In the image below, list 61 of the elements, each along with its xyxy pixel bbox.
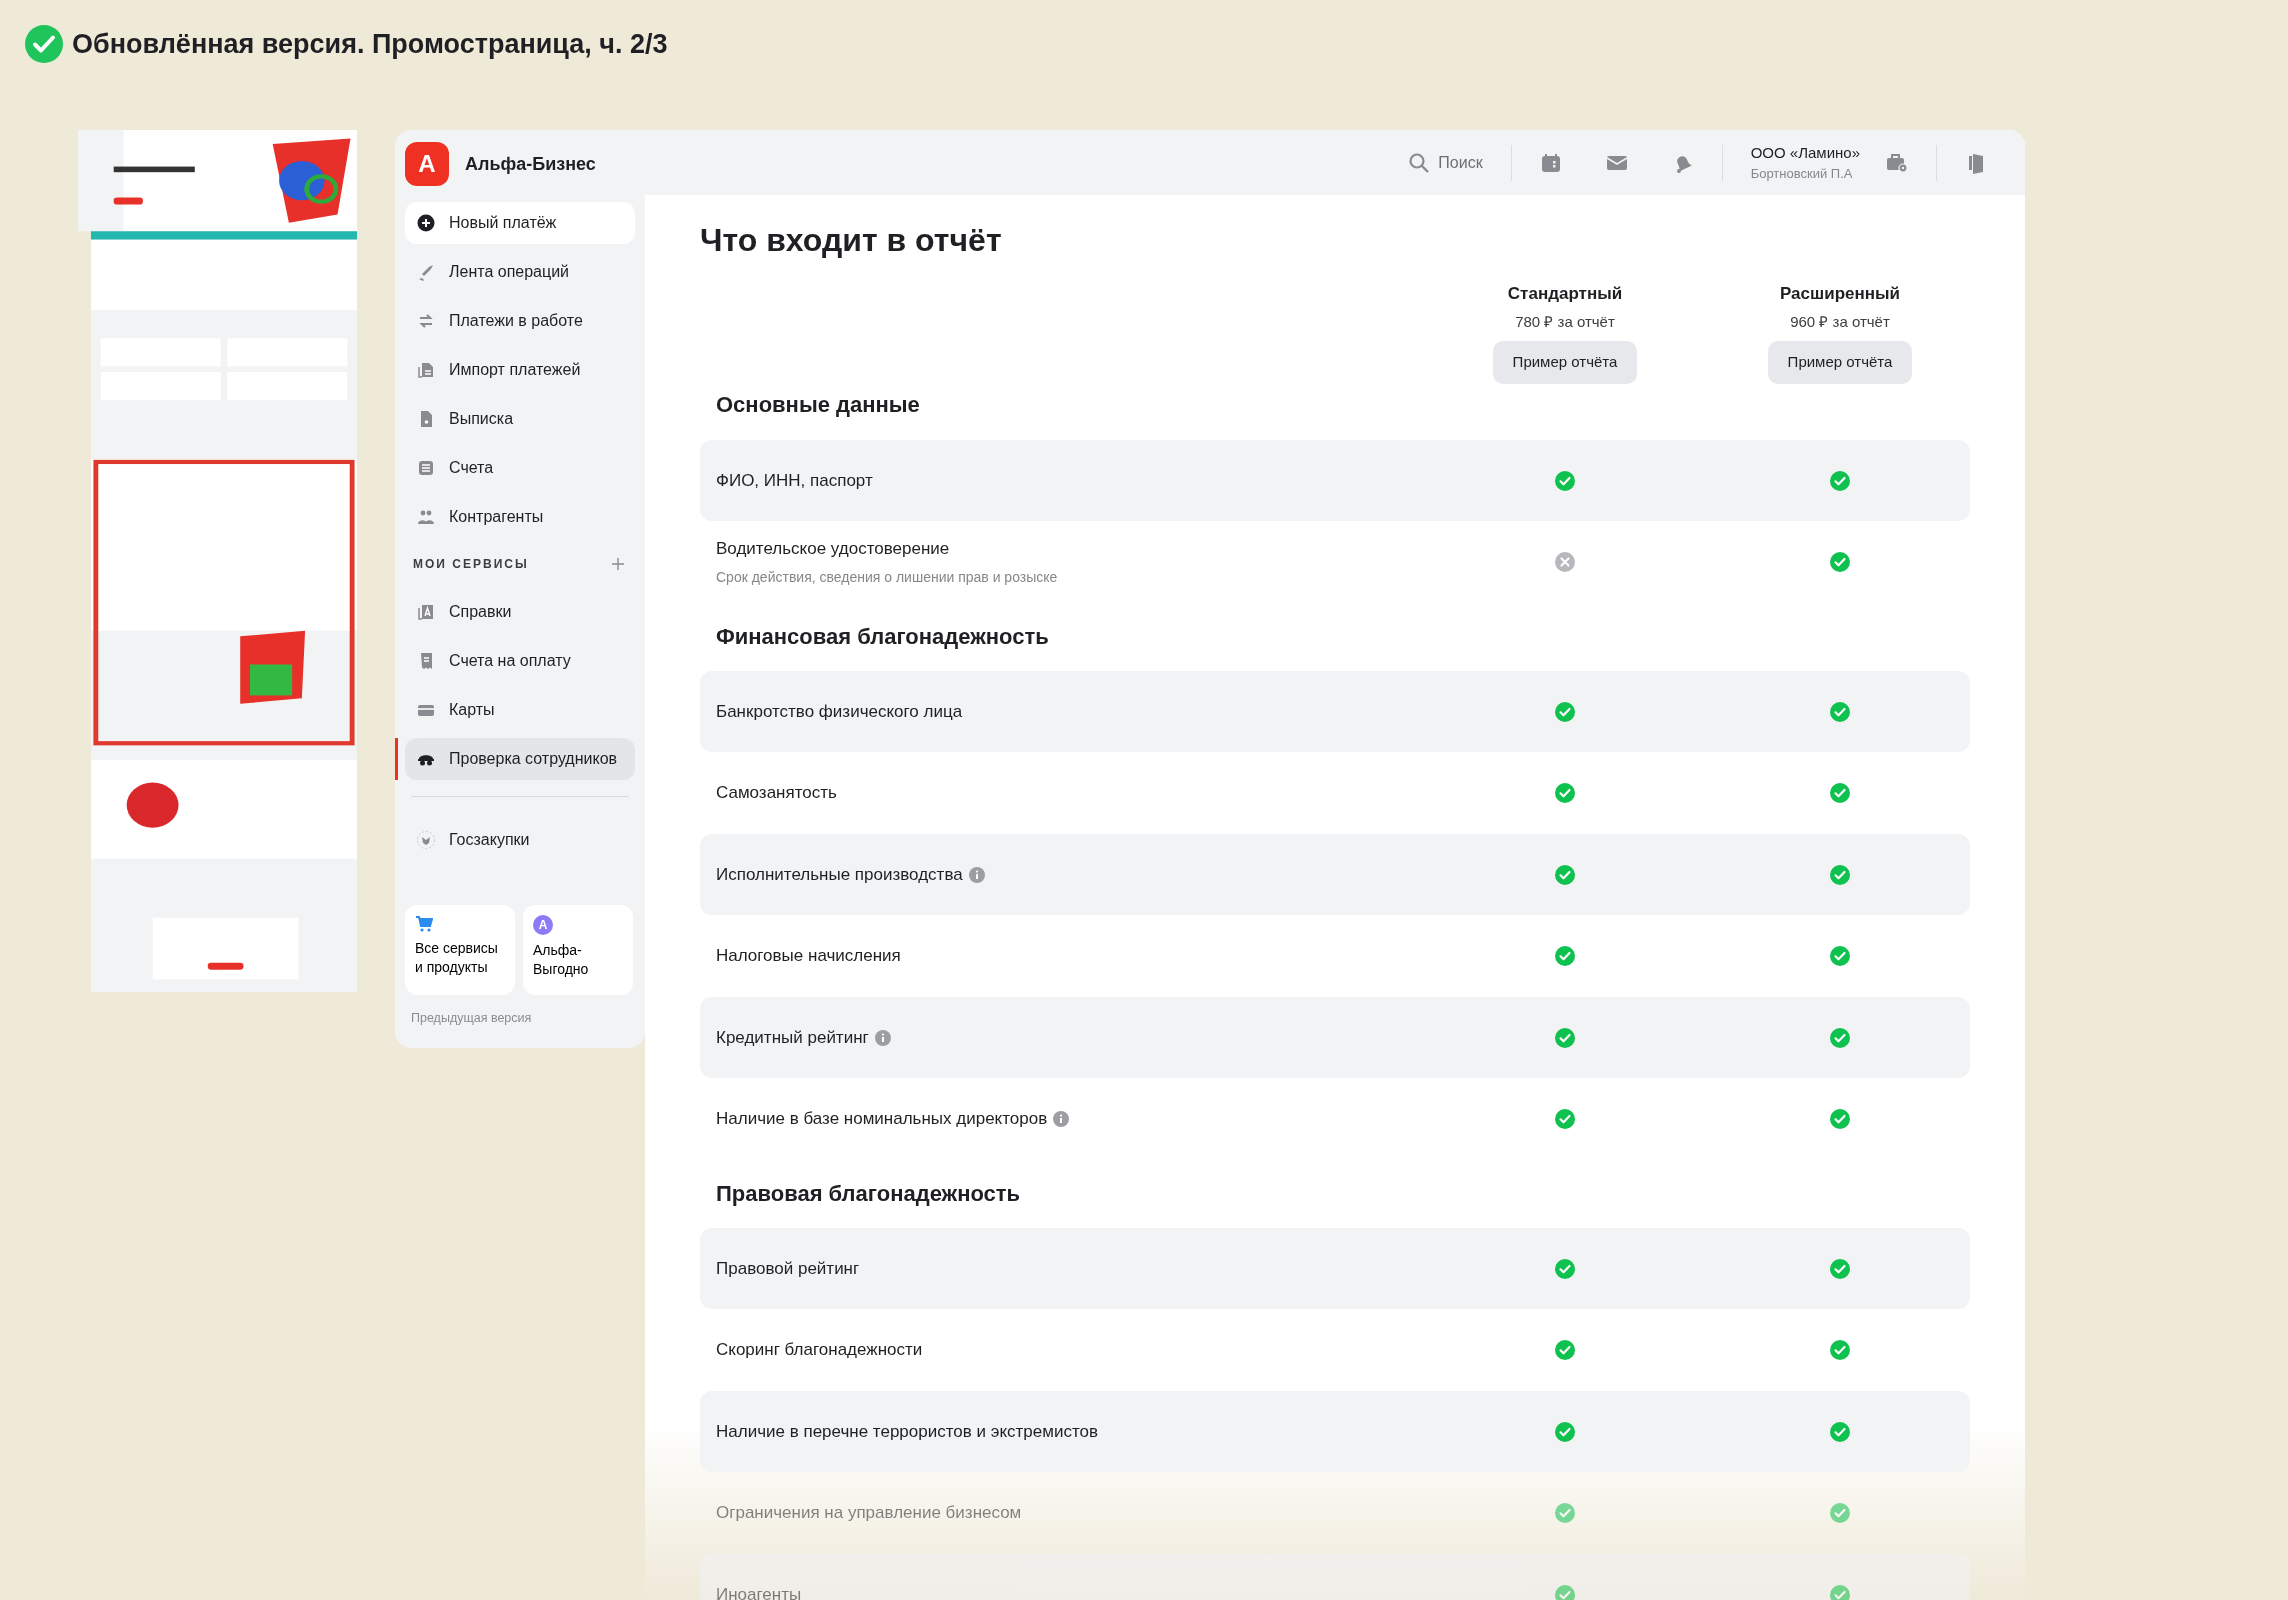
people-icon [417,508,435,526]
section-label: МОИ СЕРВИСЫ [413,556,529,573]
feature-label: Правовой рейтинг [716,1257,861,1280]
calendar-icon[interactable] [1539,151,1562,174]
arrows-icon [417,312,435,330]
service-tile[interactable]: A Альфа-Выгодно [523,905,633,995]
feature-label: Наличие в базе номинальных директоров [716,1108,1048,1131]
plan-name: Расширенный [1780,283,1900,306]
feature-label: Налоговые начисления [716,945,902,968]
feature-label: Кредитный рейтинг [716,1026,869,1049]
sidebar-item[interactable]: Карты [405,689,635,731]
feature-label: Ограничения на управление бизнесом [716,1502,1023,1525]
plus-icon[interactable] [609,555,627,573]
sidebar-item[interactable]: Контрагенты [405,496,635,538]
plan-name: Стандартный [1507,283,1623,306]
sidebar-item[interactable]: Счета на оплату [405,640,635,682]
emblem-icon [417,831,435,849]
caption-title: Обновлённая версия. Промостраница, ч. 2/3 [72,27,668,61]
feature-label: Банкротство физического лица [716,700,964,723]
feature-label: Наличие в перечне террористов и экстремистов [716,1420,1099,1443]
plan-price: 960 ₽ за отчёт [1790,311,1890,332]
plan-price: 780 ₽ за отчёт [1515,311,1615,332]
report-title: Что входит в отчёт [700,221,1003,260]
list-icon [417,459,435,477]
sidebar-item[interactable]: Платежи в работе [405,300,635,342]
info-icon[interactable] [874,1029,891,1046]
sidebar-item[interactable]: Счета [405,447,635,489]
sidebar-item[interactable]: Госзакупки [405,819,635,861]
feature-label: Водительское удостоверение [716,537,951,560]
feature-label: Иноагенты [716,1583,803,1600]
briefcase-gear-icon[interactable] [1886,151,1908,174]
document-icon [417,361,435,379]
section-title: Правовая благонадежность [715,1179,1022,1208]
document-icon [417,603,435,621]
feature-label: Самозанятость [716,782,838,805]
sample-report-button[interactable]: Пример отчёта [1492,341,1638,384]
info-icon[interactable] [968,866,985,883]
brand-name: Альфа-Бизнес [465,152,596,176]
sample-report-button[interactable]: Пример отчёта [1767,341,1913,384]
feature-note: Срок действия, сведения о лишении прав и розыске [716,568,1059,588]
search-link[interactable]: Поиск [1438,150,1483,175]
section-title: Финансовая благонадежность [715,622,1050,651]
sidebar-item[interactable]: Импорт платежей [405,349,635,391]
sidebar-item[interactable]: Лента операций [405,251,635,293]
plus-icon [417,214,435,232]
feature-label: ФИО, ИНН, паспорт [716,469,874,492]
new-payment-button[interactable]: Новый платёж [405,202,635,244]
letter-badge: A [533,915,553,935]
company-name[interactable]: ООО «Ламино» [1750,141,1860,164]
sidebar-item[interactable]: Выписка [405,398,635,440]
search-icon[interactable] [1408,151,1431,174]
info-icon[interactable] [1053,1111,1070,1128]
service-tile[interactable]: Все сервисы и продукты [405,905,515,995]
feature-label: Исполнительные производства [716,863,963,886]
check-icon [24,24,64,64]
user-name: Бортновский П.А [1750,165,1854,183]
cart-icon [415,915,433,933]
brand-logo: А [405,142,449,186]
section-title: Основные данные [715,390,921,419]
feature-label: Скоринг благонадежности [716,1339,924,1362]
sidebar-item[interactable]: Справки [405,591,635,633]
